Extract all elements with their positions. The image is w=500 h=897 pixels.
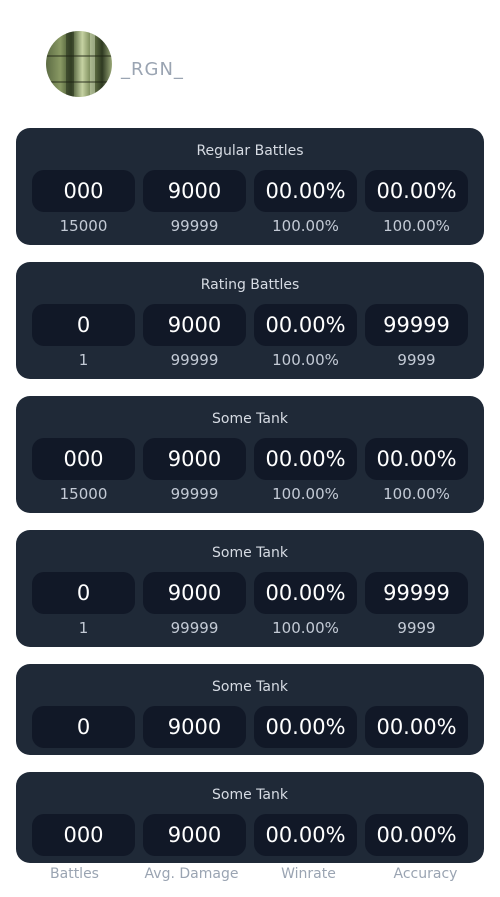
- stat-cell-winrate: 00.00%: [254, 706, 357, 748]
- stat-cell-accuracy: 00.00% 100.00%: [365, 438, 468, 505]
- stat-value: 00.00%: [254, 814, 357, 856]
- stat-subvalue: 99999: [170, 217, 219, 235]
- card-title: Regular Battles: [196, 143, 304, 159]
- stat-subvalue: 100.00%: [272, 619, 339, 637]
- stats-card-tank: Some Tank 000 9000 00.00% 00.00%: [16, 772, 484, 863]
- stat-subvalue: 15000: [59, 485, 108, 503]
- stats-card-regular-battles: Regular Battles 000 15000 9000 99999 00.…: [16, 128, 484, 245]
- stat-value: 99999: [365, 304, 468, 346]
- stat-subvalue: 99999: [170, 351, 219, 369]
- stat-value: 00.00%: [365, 170, 468, 212]
- card-title: Rating Battles: [200, 277, 300, 293]
- stat-value: 0: [32, 572, 135, 614]
- stat-cell-avg-damage: 9000: [143, 706, 246, 748]
- stat-value: 00.00%: [365, 706, 468, 748]
- stat-subvalue: 100.00%: [383, 485, 450, 503]
- stat-value: 00.00%: [365, 438, 468, 480]
- stat-cell-battles: 000: [32, 814, 135, 856]
- stat-subvalue: 100.00%: [383, 217, 450, 235]
- stat-cell-avg-damage: 9000: [143, 814, 246, 856]
- stat-cell-battles: 0: [32, 706, 135, 748]
- stat-cell-accuracy: 00.00% 100.00%: [365, 170, 468, 237]
- stats-card-tank: Some Tank 0 9000 00.00% 00.00%: [16, 664, 484, 755]
- stat-cell-accuracy: 99999 9999: [365, 572, 468, 639]
- stat-value: 00.00%: [254, 706, 357, 748]
- stat-cell-winrate: 00.00% 100.00%: [254, 304, 357, 371]
- card-title: Some Tank: [212, 679, 288, 695]
- stat-cell-accuracy: 99999 9999: [365, 304, 468, 371]
- stat-cell-avg-damage: 9000 99999: [143, 304, 246, 371]
- stat-value: 00.00%: [254, 170, 357, 212]
- stat-cell-avg-damage: 9000 99999: [143, 438, 246, 505]
- column-label-accuracy: Accuracy: [393, 866, 458, 882]
- stats-card-tank: Some Tank 000 15000 9000 99999 00.00% 10…: [16, 396, 484, 513]
- stat-value: 00.00%: [254, 572, 357, 614]
- stat-value: 000: [32, 814, 135, 856]
- stats-card-tank: Some Tank 0 1 9000 99999 00.00% 1 00.00% …: [16, 530, 484, 647]
- stat-value: 00.00%: [365, 814, 468, 856]
- stat-subvalue: 1: [78, 619, 89, 637]
- stat-cell-avg-damage: 9000 99999: [143, 170, 246, 237]
- stat-subvalue: 100.00%: [272, 485, 339, 503]
- stat-value: 9000: [143, 170, 246, 212]
- card-title: Some Tank: [212, 787, 288, 803]
- stat-value: 9000: [143, 572, 246, 614]
- stat-subvalue: 99999: [170, 619, 219, 637]
- stat-cell-battles: 000 15000: [32, 438, 135, 505]
- stat-value: 99999: [365, 572, 468, 614]
- stat-cell-winrate: 00.00% 100.00%: [254, 572, 357, 639]
- card-title: Some Tank: [212, 411, 288, 427]
- column-label-battles: Battles: [50, 866, 99, 882]
- stat-cell-battles: 0 1: [32, 304, 135, 371]
- username: _RGN_: [121, 58, 184, 80]
- stat-cell-winrate: 00.00%: [254, 814, 357, 856]
- stat-subvalue: 1: [78, 351, 89, 369]
- stat-cell-battles: 000 15000: [32, 170, 135, 237]
- stat-cell-winrate: 00.00% 100.00%: [254, 438, 357, 505]
- stat-subvalue: 100.00%: [272, 351, 339, 369]
- stat-value: 9000: [143, 304, 246, 346]
- stat-value: 00.00%: [254, 438, 357, 480]
- stat-value: 00.00%: [254, 304, 357, 346]
- column-labels: Battles Avg. Damage Winrate Accuracy: [16, 866, 484, 890]
- stat-value: 000: [32, 438, 135, 480]
- stat-cell-accuracy: 00.00%: [365, 706, 468, 748]
- stat-cell-avg-damage: 9000 99999: [143, 572, 246, 639]
- stat-cell-accuracy: 00.00%: [365, 814, 468, 856]
- card-title: Some Tank: [212, 545, 288, 561]
- stat-value: 9000: [143, 706, 246, 748]
- stat-cell-battles: 0 1: [32, 572, 135, 639]
- stat-subvalue: 9999: [397, 351, 436, 369]
- stat-value: 0: [32, 304, 135, 346]
- avatar[interactable]: [46, 31, 112, 97]
- stat-value: 0: [32, 706, 135, 748]
- column-label-winrate: Winrate: [281, 866, 336, 882]
- stat-value: 9000: [143, 814, 246, 856]
- column-label-avg-damage: Avg. Damage: [144, 866, 239, 882]
- stat-cell-winrate: 00.00% 100.00%: [254, 170, 357, 237]
- stat-value: 9000: [143, 438, 246, 480]
- profile-header: _RGN_: [46, 31, 184, 97]
- stats-card-rating-battles: Rating Battles 0 1 9000 99999 00.00% 100…: [16, 262, 484, 379]
- stat-subvalue: 15000: [59, 217, 108, 235]
- stat-subvalue: 99999: [170, 485, 219, 503]
- stat-subvalue: 100.00%: [272, 217, 339, 235]
- stat-value: 000: [32, 170, 135, 212]
- stat-subvalue: 9999: [397, 619, 436, 637]
